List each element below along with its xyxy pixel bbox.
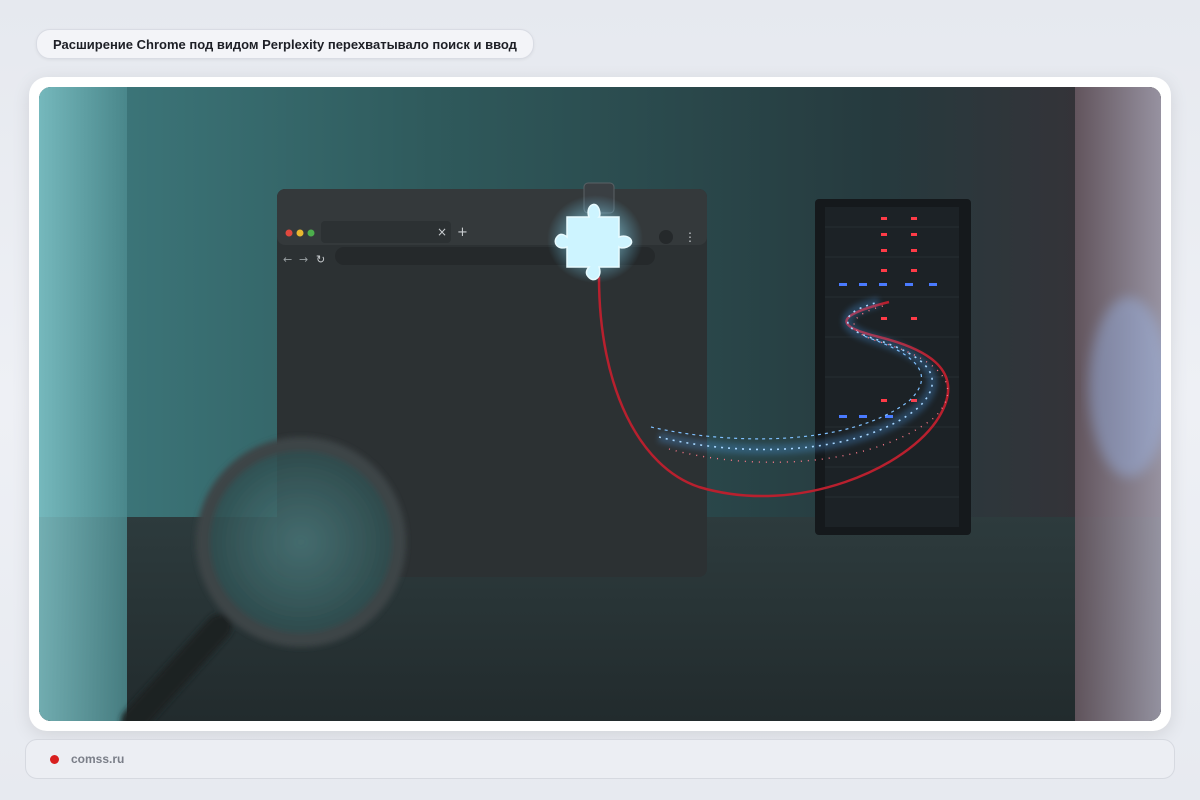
reload-icon: ↻ (316, 253, 325, 266)
image-frame: × + ← → ↻ ⋮ (29, 77, 1171, 731)
article-title: Расширение Chrome под видом Perplexity п… (36, 29, 534, 59)
source-label[interactable]: comss.ru (71, 752, 124, 766)
article-image: × + ← → ↻ ⋮ (39, 87, 1161, 721)
back-arrow-icon: ← (283, 253, 292, 266)
new-tab-icon: + (457, 225, 468, 240)
source-dot-icon (50, 754, 59, 764)
source-bar: comss.ru (25, 739, 1175, 779)
browser-menu-icon: ⋮ (684, 230, 696, 244)
tab-close-icon: × (437, 225, 447, 239)
forward-arrow-icon: → (299, 253, 308, 266)
